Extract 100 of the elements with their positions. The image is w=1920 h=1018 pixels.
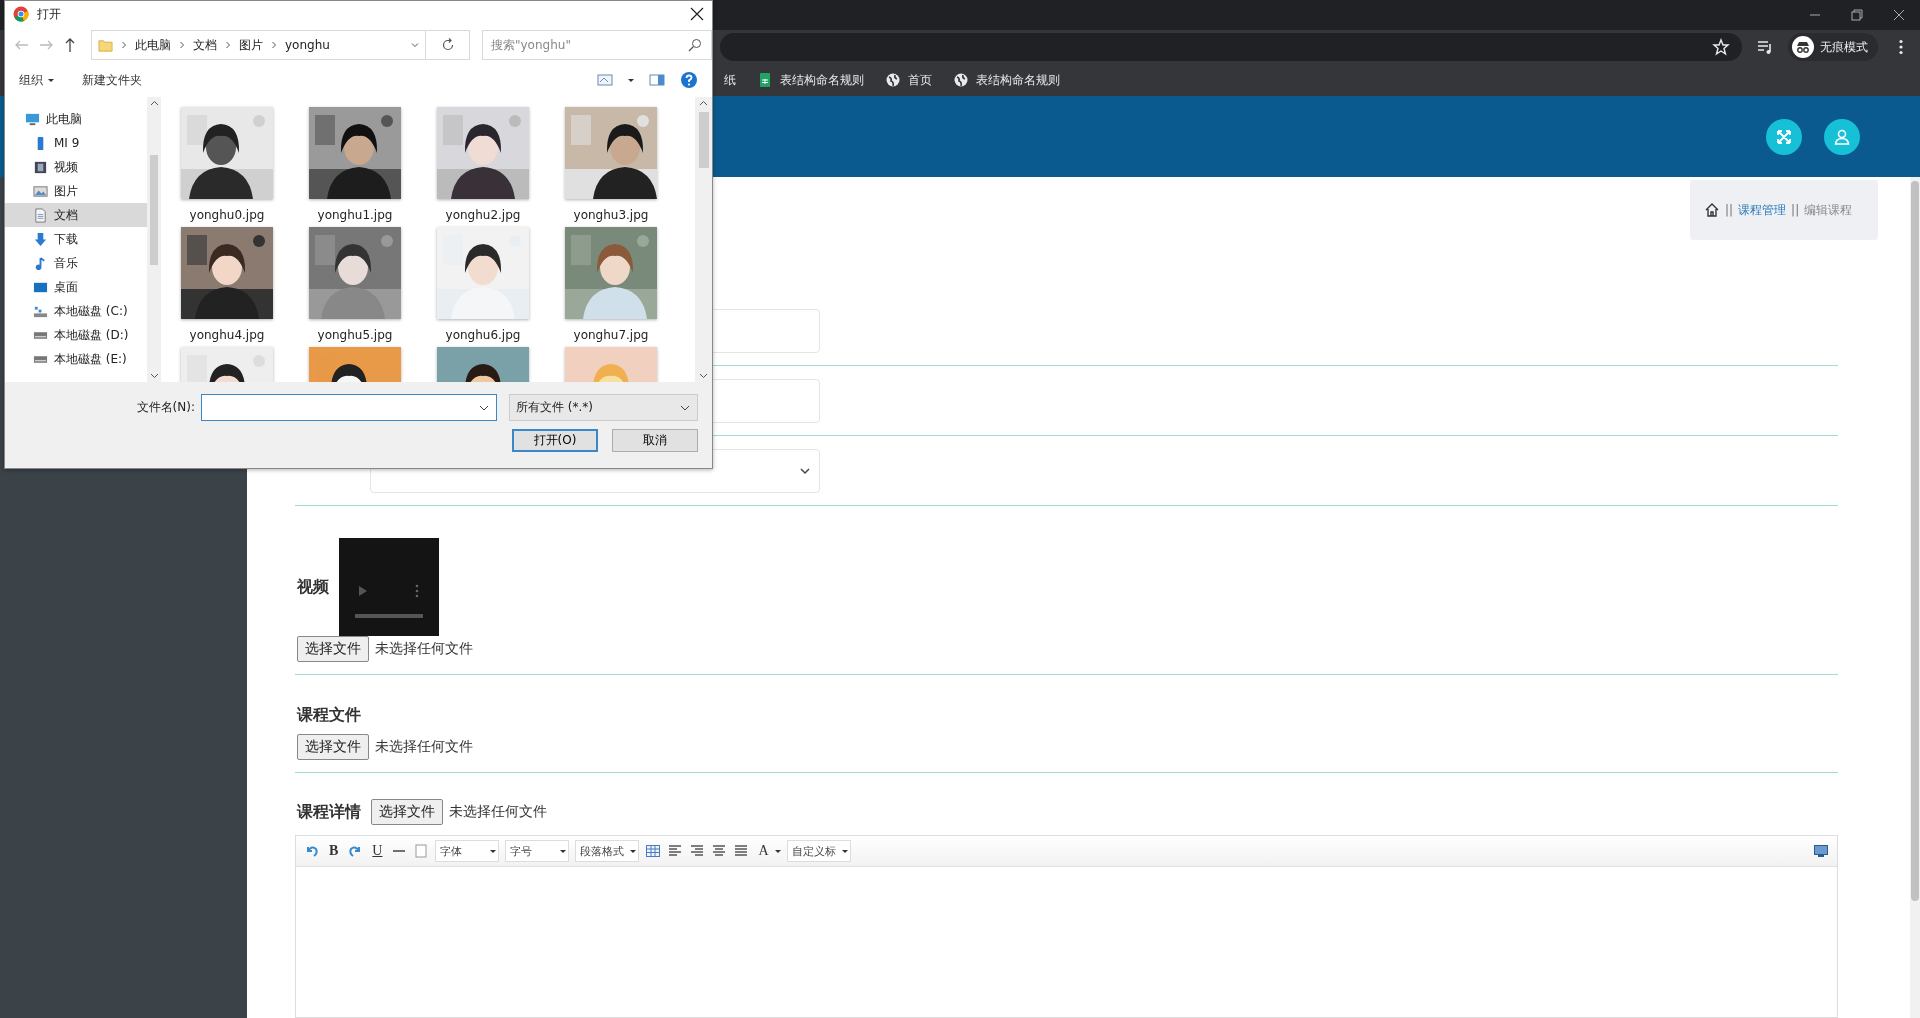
user-button[interactable]	[1824, 118, 1860, 155]
bookmark[interactable]: 表结构命名规则	[954, 71, 1060, 89]
file-name[interactable]: yonghu0.jpg	[189, 208, 265, 222]
image-icon	[33, 183, 48, 199]
table-icon[interactable]	[645, 843, 662, 859]
toolbar-dropdown[interactable]: 自定义标	[786, 840, 851, 862]
path-segment[interactable]: 此电脑	[135, 36, 171, 54]
breadcrumb-separator: ||	[1725, 203, 1734, 217]
globe-icon	[954, 73, 968, 87]
file-status: 未选择任何文件	[375, 738, 473, 756]
path-segment[interactable]: 图片	[239, 36, 263, 54]
chevron-right-icon	[120, 41, 128, 49]
underline-button[interactable]: U	[369, 843, 386, 859]
tree-item[interactable]: 文档	[5, 203, 147, 227]
file-name[interactable]: yonghu5.jpg	[317, 328, 393, 342]
help-icon[interactable]	[680, 71, 698, 89]
globe-icon	[886, 73, 900, 87]
close-icon[interactable]	[1892, 8, 1906, 22]
star-icon[interactable]	[1712, 38, 1730, 56]
file-name[interactable]: yonghu6.jpg	[445, 328, 521, 342]
breadcrumb-current: 编辑课程	[1804, 201, 1853, 219]
computer-icon	[25, 111, 40, 127]
tree-item[interactable]: 视频	[5, 155, 147, 179]
choose-file-button[interactable]: 选择文件	[371, 799, 443, 825]
field-label: 课程详情	[297, 801, 361, 823]
drive-icon	[33, 355, 48, 363]
choose-file-button[interactable]: 选择文件	[297, 734, 369, 760]
chevron-down-icon[interactable]	[411, 41, 419, 49]
scroll-down-icon[interactable]	[699, 371, 708, 380]
field-label: 视频	[297, 576, 329, 598]
home-icon[interactable]	[1704, 202, 1720, 218]
undo-icon[interactable]	[304, 843, 320, 859]
file-name[interactable]: yonghu1.jpg	[317, 208, 393, 222]
tree-item[interactable]: 图片	[5, 179, 147, 203]
reading-list-icon[interactable]	[1756, 38, 1774, 56]
refresh-button[interactable]	[426, 30, 470, 60]
fullscreen-button[interactable]	[1766, 118, 1802, 155]
bold-button[interactable]: B	[326, 843, 342, 859]
toolbar-dropdown[interactable]: 段落格式	[575, 840, 640, 862]
chevron-right-icon	[270, 41, 278, 49]
file-name-field[interactable]	[201, 394, 497, 421]
bookmark[interactable]: 首页	[886, 71, 932, 89]
path-segment[interactable]: 文档	[193, 36, 217, 54]
restore-icon[interactable]	[1850, 8, 1864, 22]
caret-icon[interactable]	[628, 77, 634, 83]
scroll-up-icon[interactable]	[699, 99, 708, 108]
close-icon[interactable]	[690, 7, 704, 21]
scroll-up-icon[interactable]	[149, 99, 159, 108]
profile-button[interactable]: 无痕模式	[1788, 33, 1878, 61]
file-name[interactable]: yonghu4.jpg	[189, 328, 265, 342]
align-center-icon[interactable]	[711, 843, 728, 859]
user-icon	[1833, 127, 1851, 146]
bookmark[interactable]: 纸	[724, 71, 736, 89]
caret-icon	[490, 848, 497, 854]
search-field[interactable]: 搜索"yonghu"	[482, 30, 712, 60]
folder-icon	[98, 37, 113, 53]
rich-text-editor[interactable]: B U 字体 字号 段落格式 A 自定义标	[295, 835, 1838, 1018]
scrollbar-thumb[interactable]	[150, 154, 158, 265]
file-status: 未选择任何文件	[375, 640, 473, 658]
tree-item[interactable]: 本地磁盘 (D:)	[5, 323, 147, 347]
font-color-button[interactable]: A	[755, 843, 781, 859]
tree-item[interactable]: 音乐	[5, 251, 147, 275]
file-name[interactable]: yonghu2.jpg	[445, 208, 521, 222]
align-right-icon[interactable]	[689, 843, 706, 859]
tree-item[interactable]: 本地磁盘 (C:)	[5, 299, 147, 323]
path-bar[interactable]: 此电脑 文档 图片 yonghu	[91, 30, 426, 60]
scroll-down-icon[interactable]	[149, 371, 159, 380]
bookmark[interactable]: 表结构命名规则	[758, 71, 864, 89]
tree-item[interactable]: 下载	[5, 227, 147, 251]
file-name[interactable]: yonghu7.jpg	[573, 328, 649, 342]
preview-pane-icon[interactable]	[648, 71, 666, 89]
dialog-title: 打开	[37, 5, 61, 23]
choose-file-button[interactable]: 选择文件	[297, 636, 369, 662]
toolbar-dropdown[interactable]: 字体	[435, 840, 500, 862]
organize-menu[interactable]: 组织	[19, 71, 54, 89]
document-icon	[33, 207, 48, 223]
justify-icon[interactable]	[733, 843, 750, 859]
scrollbar-thumb[interactable]	[698, 112, 709, 168]
dialog-button[interactable]: 打开(O)	[512, 429, 598, 452]
spreadsheet-icon	[758, 73, 772, 87]
file-type-dropdown[interactable]: 所有文件 (*.*)	[509, 394, 698, 421]
align-left-icon[interactable]	[667, 843, 684, 859]
chevron-right-icon	[224, 41, 232, 49]
breadcrumb-link[interactable]: 课程管理	[1738, 201, 1787, 219]
caret-icon	[630, 848, 637, 854]
path-segment[interactable]: yonghu	[285, 38, 330, 52]
view-icon[interactable]	[596, 71, 614, 89]
new-folder-button[interactable]: 新建文件夹	[82, 71, 142, 89]
scrollbar-thumb[interactable]	[1911, 181, 1919, 901]
tree-item[interactable]: MI 9	[5, 131, 147, 155]
caret-icon	[841, 848, 848, 854]
caret-icon	[774, 848, 781, 854]
tree-item[interactable]: 此电脑	[5, 107, 147, 131]
toolbar-dropdown[interactable]: 字号	[505, 840, 570, 862]
file-name[interactable]: yonghu3.jpg	[573, 208, 649, 222]
tree-item[interactable]: 本地磁盘 (E:)	[5, 347, 147, 371]
tree-item[interactable]: 桌面	[5, 275, 147, 299]
caret-icon	[48, 77, 54, 83]
dialog-button[interactable]: 取消	[612, 429, 698, 452]
monitor-icon[interactable]	[1813, 843, 1829, 859]
